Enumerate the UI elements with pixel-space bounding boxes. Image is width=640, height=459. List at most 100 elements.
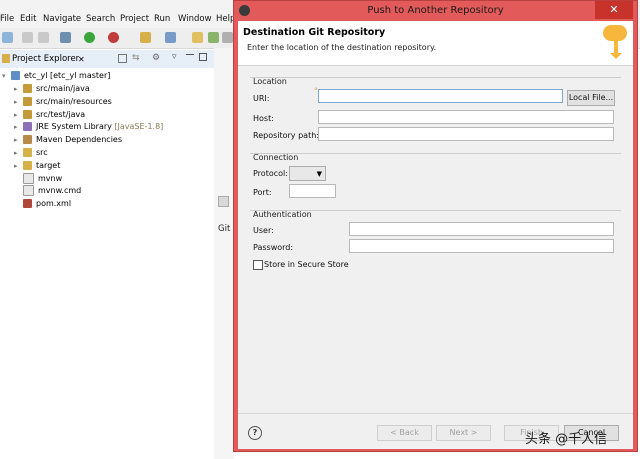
tree-item[interactable]: ▸ src (14, 147, 48, 159)
tree-item-label: mvnw.cmd (38, 186, 82, 196)
tree-node-icon (23, 109, 32, 119)
push-dialog: Push to Another Repository ✕ Destination… (233, 0, 638, 452)
external-tools-icon[interactable] (108, 32, 119, 43)
tree-item[interactable]: ▸ src/main/resources (14, 96, 112, 108)
menu-window[interactable]: Window (178, 14, 212, 24)
required-marker-icon: ° (314, 87, 318, 95)
filter-icon[interactable]: ⚙ (152, 53, 160, 63)
tree-node-icon (23, 122, 32, 132)
connection-group-line (250, 153, 621, 154)
menu-run[interactable]: Run (154, 14, 170, 24)
project-explorer-icon (2, 54, 10, 63)
host-input[interactable] (318, 110, 614, 124)
new-icon[interactable] (2, 32, 13, 43)
tree-item-label: src/test/java (36, 109, 86, 119)
tree-item[interactable]: ▸ src/main/java (14, 83, 90, 95)
upload-arrowhead-icon (610, 53, 622, 59)
expand-arrow-icon[interactable]: ▸ (14, 134, 23, 146)
password-input[interactable] (349, 239, 614, 253)
wizard-banner: Destination Git Repository Enter the loc… (238, 21, 633, 66)
back-button[interactable]: < Back (377, 425, 432, 441)
password-label: Password: (253, 243, 294, 252)
toolbar-more-icon[interactable] (222, 32, 233, 43)
tree-item[interactable]: ▸ Maven Dependencies (14, 134, 122, 146)
tree-node-icon (23, 172, 34, 184)
location-group-label: Location (253, 77, 287, 86)
repository-path-input[interactable] (318, 127, 614, 141)
project-explorer-title[interactable]: Project Explorer (12, 54, 79, 64)
connection-group-label: Connection (253, 153, 299, 162)
git-view-icon[interactable] (218, 196, 229, 207)
button-bar-separator (238, 413, 633, 414)
watermark: 头条 @千人信 (525, 432, 608, 447)
collapse-all-icon[interactable] (118, 54, 127, 63)
project-explorer-tree: ▾ etc_yl [etc_yl master] ▸ src/main/java ▸ s… (0, 68, 215, 459)
debug-icon[interactable] (60, 32, 71, 43)
tree-node-icon (23, 96, 32, 106)
tree-node-icon (23, 160, 32, 170)
wizard-heading: Destination Git Repository (243, 27, 386, 38)
tree-item[interactable]: ▸ target (14, 160, 60, 172)
tree-item-project-root[interactable]: ▾ etc_yl [etc_yl master] (2, 70, 110, 82)
save-icon[interactable] (22, 32, 33, 43)
tree-item[interactable]: mvnw (14, 172, 62, 185)
menu-navigate[interactable]: Navigate (43, 14, 81, 24)
git-view-tab[interactable]: Git (218, 224, 230, 234)
menu-file[interactable]: File (0, 14, 14, 24)
tree-item[interactable]: pom.xml (14, 198, 71, 210)
minimize-icon[interactable] (186, 54, 194, 55)
next-button[interactable]: Next > (436, 425, 491, 441)
local-file-button[interactable]: Local File... (567, 90, 615, 106)
tree-item-label: src (36, 148, 48, 157)
project-icon (11, 71, 20, 80)
help-icon[interactable]: ? (248, 426, 262, 440)
open-type-icon[interactable] (165, 32, 176, 43)
uri-label: URI: (253, 94, 270, 103)
store-secure-checkbox[interactable] (253, 260, 263, 270)
tree-item[interactable]: ▸ JRE System Library [JavaSE-1.8] (14, 121, 163, 133)
expand-arrow-icon[interactable]: ▸ (14, 109, 23, 121)
open-folder-icon[interactable] (192, 32, 203, 43)
expand-arrow-icon[interactable]: ▾ (2, 70, 11, 82)
run-icon[interactable] (84, 32, 95, 43)
wizard-description: Enter the location of the destination re… (247, 43, 437, 52)
tree-item-decoration: [JavaSE-1.8] (114, 122, 164, 132)
expand-arrow-icon[interactable]: ▸ (14, 147, 23, 159)
project-explorer-header: Project Explorer ✕ ⇆ ⚙ ▿ (0, 50, 214, 69)
menu-edit[interactable]: Edit (20, 14, 36, 24)
tree-node-icon (23, 148, 32, 157)
uri-input[interactable] (318, 89, 563, 103)
search-icon[interactable] (208, 32, 219, 43)
tree-node-icon (23, 199, 32, 209)
tree-item[interactable]: mvnw.cmd (14, 185, 81, 197)
save-all-icon[interactable] (38, 32, 49, 43)
tree-item-label: pom.xml (36, 199, 72, 209)
user-label: User: (253, 226, 274, 235)
view-menu-icon[interactable]: ▿ (172, 52, 177, 62)
new-java-project-icon[interactable] (140, 32, 151, 43)
dialog-body: Destination Git Repository Enter the loc… (238, 21, 633, 449)
menu-search[interactable]: Search (86, 14, 115, 24)
expand-arrow-icon[interactable]: ▸ (14, 96, 23, 108)
link-editor-icon[interactable]: ⇆ (132, 53, 140, 63)
tree-item-label: src/main/java (36, 84, 90, 93)
tree-item[interactable]: ▸ src/test/java (14, 109, 85, 121)
expand-arrow-icon[interactable]: ▸ (14, 121, 23, 133)
protocol-select[interactable]: ▼ (289, 166, 326, 181)
chevron-down-icon: ▼ (316, 170, 322, 178)
store-secure-label: Store in Secure Store (264, 260, 349, 269)
expand-arrow-icon[interactable]: ▸ (14, 160, 23, 172)
host-label: Host: (253, 114, 274, 123)
tree-item-label: Maven Dependencies (36, 135, 123, 145)
tree-item-label: target (36, 160, 61, 170)
tree-node-icon (23, 84, 32, 93)
dialog-title-bar[interactable]: Push to Another Repository ✕ (234, 1, 637, 21)
menu-project[interactable]: Project (120, 14, 149, 24)
maximize-icon[interactable] (199, 53, 207, 61)
close-button[interactable]: ✕ (595, 1, 633, 19)
expand-arrow-icon[interactable]: ▸ (14, 83, 23, 95)
close-view-icon[interactable]: ✕ (78, 55, 85, 64)
user-input[interactable] (349, 222, 614, 236)
authentication-group-label: Authentication (253, 210, 312, 219)
port-input[interactable] (289, 184, 336, 198)
